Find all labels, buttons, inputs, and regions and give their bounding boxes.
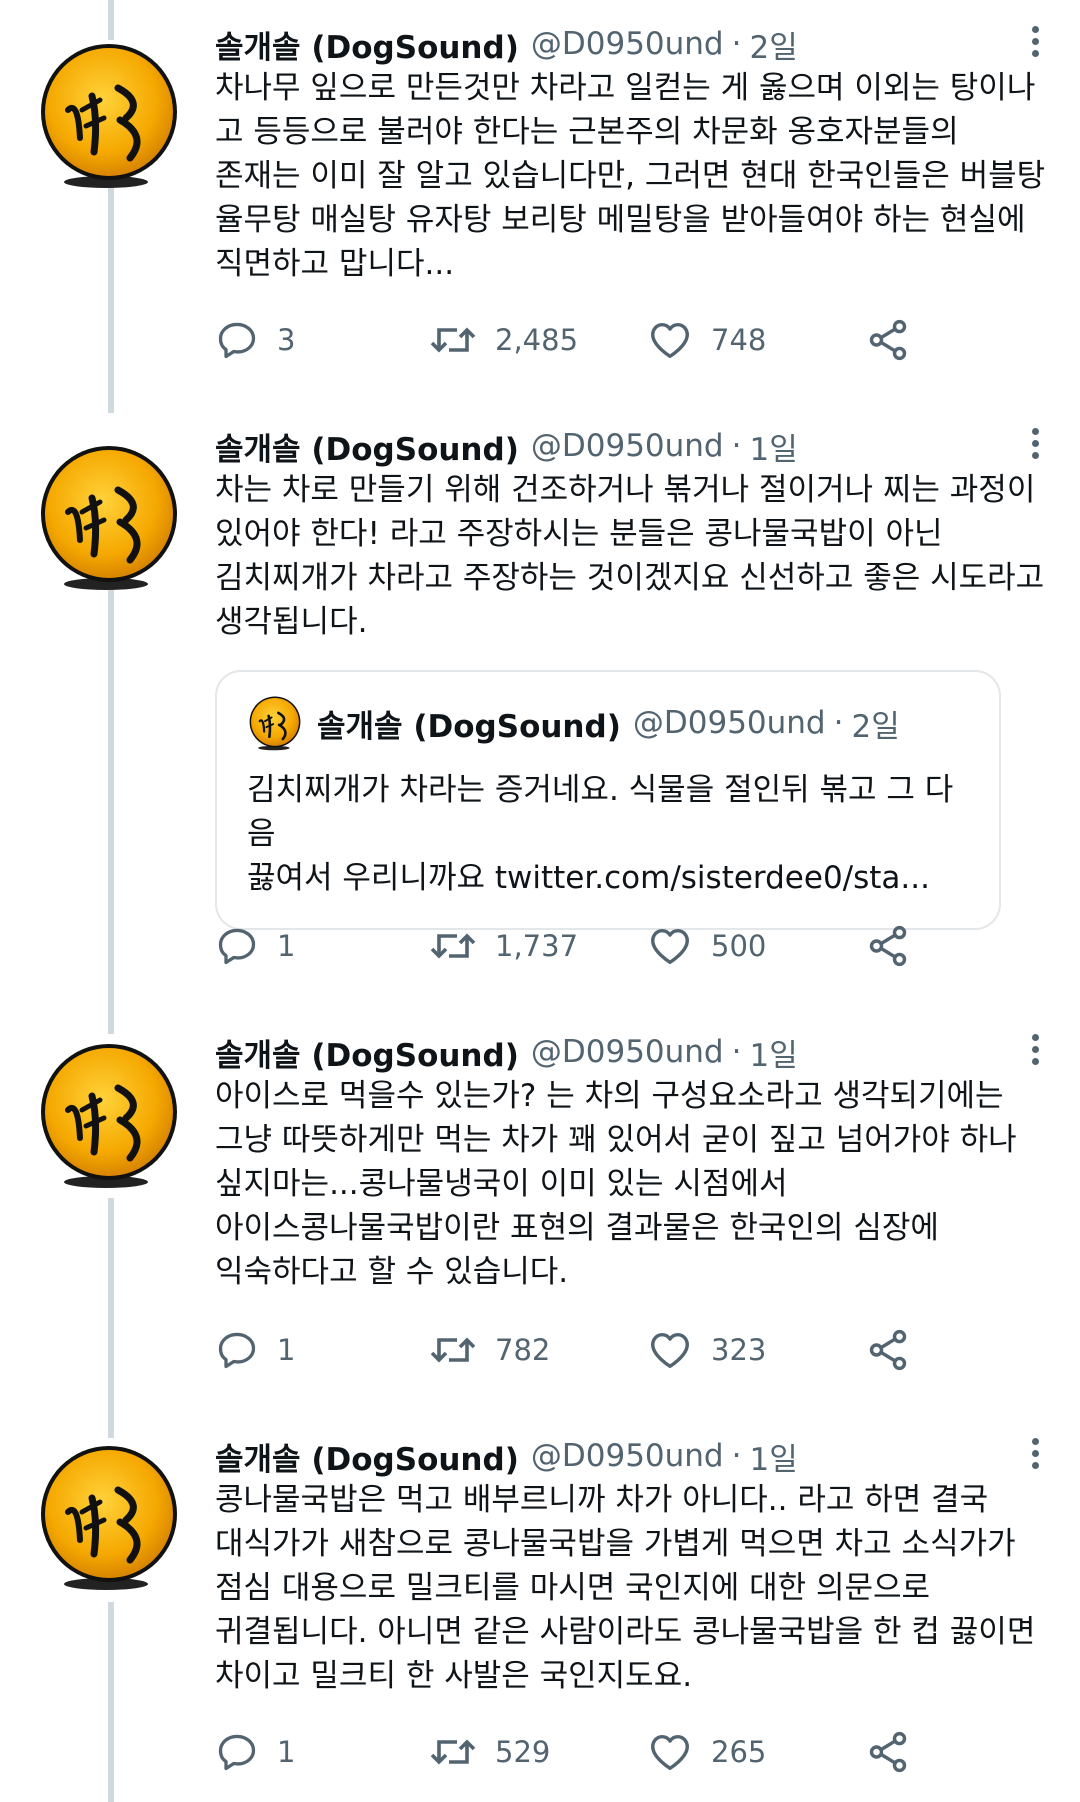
more-options-icon[interactable] (1020, 1434, 1050, 1476)
separator-dot: · (731, 1034, 742, 1070)
retweet-count: 2,485 (495, 323, 579, 357)
like-count: 500 (711, 929, 767, 963)
more-options-icon[interactable] (1020, 1030, 1050, 1072)
retweet-icon (429, 922, 477, 970)
heart-icon (647, 317, 693, 363)
author-name[interactable]: 솔개솔 (DogSound) (215, 424, 519, 469)
author-name[interactable]: 솔개솔 (DogSound) (215, 22, 519, 67)
heart-icon (647, 1729, 693, 1775)
retweet-icon (429, 1728, 477, 1776)
like-button[interactable]: 748 (647, 310, 766, 370)
avatar[interactable] (34, 1040, 184, 1190)
like-button[interactable]: 323 (647, 1320, 766, 1380)
author-handle[interactable]: @D0950und (531, 26, 724, 62)
retweet-count: 782 (495, 1333, 551, 1367)
retweet-button[interactable]: 782 (429, 1320, 550, 1380)
retweet-icon (429, 1326, 477, 1374)
author-handle[interactable]: @D0950und (531, 1034, 724, 1070)
retweet-button[interactable]: 2,485 (429, 310, 578, 370)
reply-icon (215, 1328, 259, 1372)
heart-icon (647, 923, 693, 969)
author-handle[interactable]: @D0950und (531, 1438, 724, 1474)
heart-icon (647, 1327, 693, 1373)
quoted-tweet[interactable]: 솔개솔 (DogSound) @D0950und · 2일 김치찌개가 차라는 … (215, 670, 1001, 930)
retweet-icon (429, 316, 477, 364)
reply-count: 1 (277, 929, 296, 963)
reply-count: 1 (277, 1333, 296, 1367)
share-button[interactable] (865, 1722, 911, 1782)
separator-dot: · (833, 705, 844, 741)
share-button[interactable] (865, 916, 911, 976)
share-icon (865, 1729, 911, 1775)
author-name[interactable]: 솔개솔 (DogSound) (215, 1030, 519, 1075)
share-icon (865, 1327, 911, 1373)
thread-line (108, 187, 114, 413)
retweet-button[interactable]: 1,737 (429, 916, 578, 976)
timestamp[interactable]: 1일 (749, 424, 797, 469)
timestamp[interactable]: 1일 (749, 1434, 797, 1479)
separator-dot: · (731, 428, 742, 464)
retweet-button[interactable]: 529 (429, 1722, 550, 1782)
share-icon (865, 923, 911, 969)
tweet-text: 아이스로 먹을수 있는가? 는 차의 구성요소라고 생각되기에는 그냥 따뜻하게… (215, 1078, 1017, 1290)
quoted-tweet-text: 김치찌개가 차라는 증거네요. 식물을 절인뒤 볶고 그 다음 끓여서 우리니까… (247, 772, 954, 896)
tweet-text: 차는 차로 만들기 위해 건조하거나 볶거나 절이거나 찌는 과정이 있어야 한… (215, 472, 1045, 640)
reply-icon (215, 318, 259, 362)
like-count: 265 (711, 1735, 767, 1769)
retweet-count: 529 (495, 1735, 551, 1769)
quoted-author-name: 솔개솔 (DogSound) (317, 708, 621, 745)
tweet-text: 콩나물국밥은 먹고 배부르니까 차가 아니다.. 라고 하면 결국 대식가가 새… (215, 1482, 1036, 1694)
separator-dot: · (731, 1438, 742, 1474)
thread-line (108, 0, 114, 40)
share-button[interactable] (865, 310, 911, 370)
quoted-author-handle: @D0950und (632, 705, 826, 741)
reply-icon (215, 1730, 259, 1774)
avatar[interactable] (34, 1442, 184, 1592)
like-count: 323 (711, 1333, 767, 1367)
reply-button[interactable]: 1 (215, 1722, 295, 1782)
reply-count: 1 (277, 1735, 296, 1769)
reply-button[interactable]: 3 (215, 310, 295, 370)
thread-line (108, 589, 114, 1034)
more-options-icon[interactable] (1020, 424, 1050, 466)
thread-line (108, 1602, 114, 1802)
separator-dot: · (731, 26, 742, 62)
share-icon (865, 317, 911, 363)
like-count: 748 (711, 323, 767, 357)
author-name[interactable]: 솔개솔 (DogSound) (215, 1434, 519, 1479)
reply-count: 3 (277, 323, 296, 357)
avatar (247, 695, 303, 751)
tweet-text: 차나무 잎으로 만든것만 차라고 일컫는 게 옳으며 이외는 탕이나 고 등등으… (215, 70, 1046, 282)
quoted-timestamp: 2일 (851, 708, 900, 745)
like-button[interactable]: 265 (647, 1722, 766, 1782)
timestamp[interactable]: 1일 (749, 1030, 797, 1075)
more-options-icon[interactable] (1020, 22, 1050, 64)
retweet-count: 1,737 (495, 929, 579, 963)
author-handle[interactable]: @D0950und (531, 428, 724, 464)
avatar[interactable] (34, 40, 184, 190)
reply-icon (215, 924, 259, 968)
thread-line (108, 1198, 114, 1438)
reply-button[interactable]: 1 (215, 916, 295, 976)
share-button[interactable] (865, 1320, 911, 1380)
avatar[interactable] (34, 442, 184, 592)
timestamp[interactable]: 2일 (749, 22, 797, 67)
reply-button[interactable]: 1 (215, 1320, 295, 1380)
like-button[interactable]: 500 (647, 916, 766, 976)
